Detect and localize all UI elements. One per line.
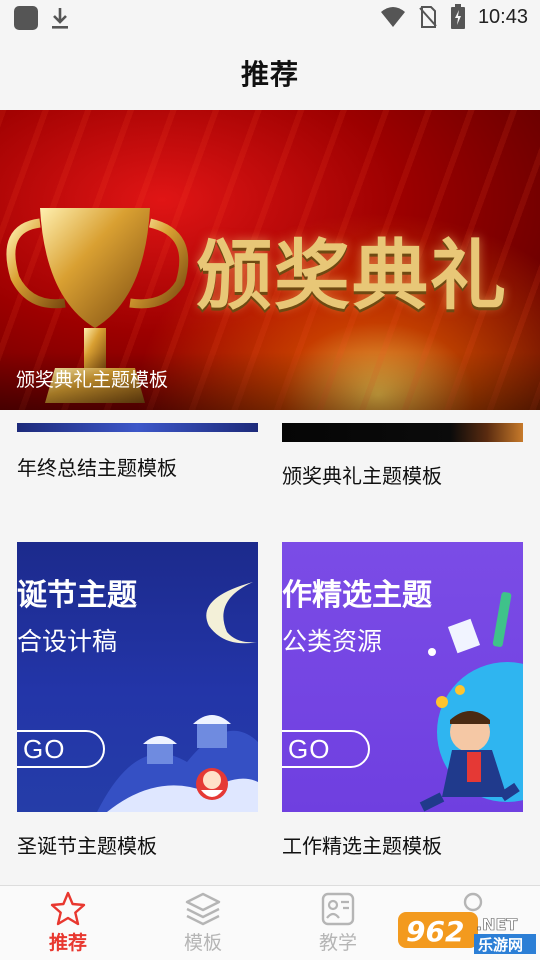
card-thumbnail[interactable] xyxy=(17,423,258,432)
status-time: 10:43 xyxy=(477,5,528,28)
header: 推荐 xyxy=(0,36,540,110)
thumb-subheading: 合设计稿 xyxy=(17,627,118,656)
moon-icon xyxy=(206,582,257,644)
svg-text:962: 962 xyxy=(406,915,464,948)
banner-caption: 颁奖典礼主题模板 xyxy=(16,369,169,391)
template-card-year-end[interactable]: 年终总结主题模板 xyxy=(17,423,258,481)
layers-icon xyxy=(185,892,221,926)
template-card-award[interactable]: 颁奖典礼主题模板 xyxy=(282,423,523,489)
nav-label: 推荐 xyxy=(48,932,87,954)
snowy-village-icon xyxy=(97,715,258,812)
businessman-illustration xyxy=(419,592,523,812)
card-thumbnail[interactable]: 作精选主题 公类资源 GO xyxy=(282,542,523,812)
site-watermark-logo: 962 .NET 乐游网 xyxy=(398,912,536,954)
svg-text:.NET: .NET xyxy=(476,915,517,934)
app-icon xyxy=(14,6,38,30)
template-card-work[interactable]: 作精选主题 公类资源 GO 工作精选主题模板 xyxy=(282,542,523,859)
thumb-heading: 诞节主题 xyxy=(17,578,137,613)
nav-label: 教学 xyxy=(318,932,357,954)
go-button[interactable]: GO xyxy=(282,730,370,768)
card-thumbnail[interactable] xyxy=(282,423,523,442)
banner-art-text: 颁奖典礼 xyxy=(196,231,508,320)
banner-carousel[interactable]: 颁奖典礼 颁奖典礼主题模板 xyxy=(0,110,540,410)
nav-item-teaching[interactable]: 教学 xyxy=(298,890,378,955)
page-title: 推荐 xyxy=(240,58,299,91)
nav-item-recommend[interactable]: 推荐 xyxy=(28,890,108,955)
template-card-christmas[interactable]: 诞节主题 合设计稿 GO 圣诞节主题模板 xyxy=(17,542,258,859)
card-title: 颁奖典礼主题模板 xyxy=(282,464,442,488)
wifi-icon xyxy=(380,7,405,27)
download-icon xyxy=(52,8,68,29)
thumb-heading: 作精选主题 xyxy=(282,578,432,613)
no-sim-icon xyxy=(419,6,437,28)
thumb-subheading: 公类资源 xyxy=(282,627,383,656)
status-bar: 10:43 xyxy=(0,0,540,36)
nav-item-templates[interactable]: 模板 xyxy=(163,890,243,955)
battery-charging-icon xyxy=(450,4,465,29)
nav-label: 模板 xyxy=(183,932,222,954)
star-icon xyxy=(50,891,86,926)
svg-text:乐游网: 乐游网 xyxy=(478,936,523,954)
card-title: 工作精选主题模板 xyxy=(282,834,442,858)
card-thumbnail[interactable]: 诞节主题 合设计稿 GO xyxy=(17,542,258,812)
teaching-icon xyxy=(321,892,355,926)
card-title: 年终总结主题模板 xyxy=(17,456,177,480)
card-title: 圣诞节主题模板 xyxy=(17,834,157,858)
go-button[interactable]: GO xyxy=(17,730,105,768)
